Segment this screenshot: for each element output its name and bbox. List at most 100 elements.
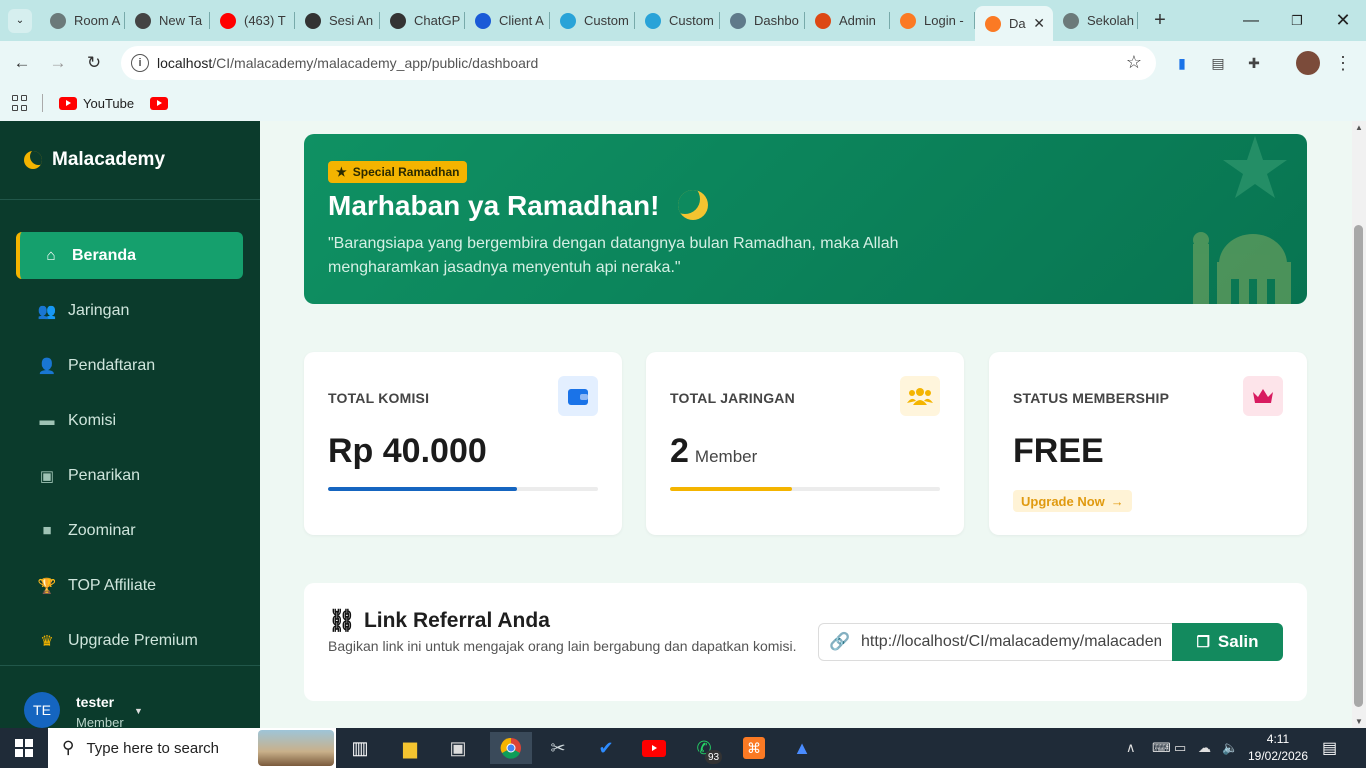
- sidebar-item-jaringan[interactable]: 👥 Jaringan: [16, 287, 243, 334]
- sidebar-item-label: Jaringan: [68, 301, 130, 319]
- sidebar-divider: [0, 665, 260, 666]
- tab-title: Room A: [74, 13, 121, 28]
- network-icon[interactable]: ▭: [1174, 728, 1186, 768]
- progress-bar: [670, 487, 940, 491]
- volume-icon[interactable]: 🔈: [1222, 728, 1238, 768]
- system-clock[interactable]: 4:11 19/02/2026: [1242, 731, 1314, 765]
- crescent-moon-icon: [24, 151, 42, 169]
- crescent-moon-icon: [678, 190, 708, 220]
- store-icon[interactable]: ▣: [442, 732, 474, 764]
- browser-tab[interactable]: Custom: [635, 0, 720, 41]
- restore-button[interactable]: ❐: [1274, 0, 1320, 41]
- cloud-icon[interactable]: ☁: [1198, 728, 1211, 768]
- profile-avatar[interactable]: [1296, 51, 1320, 75]
- sidebar-item-komisi[interactable]: ▬ Komisi: [16, 397, 243, 444]
- browser-tab[interactable]: Sekolah: [1053, 0, 1138, 41]
- new-tab-button[interactable]: +: [1146, 7, 1174, 35]
- sidebar-item-zoominar[interactable]: ■ Zoominar: [16, 507, 243, 554]
- copy-button[interactable]: ❐ Salin: [1172, 623, 1283, 661]
- browser-tab[interactable]: Room A: [40, 0, 125, 41]
- window-close-button[interactable]: ✕: [1320, 0, 1366, 41]
- apps-grid-icon[interactable]: [12, 95, 28, 111]
- sidebar-item-pendaftaran[interactable]: 👤 Pendaftaran: [16, 342, 243, 389]
- whatsapp-icon[interactable]: ✆ 93: [688, 732, 723, 764]
- tray-device-icon[interactable]: ⌨: [1152, 728, 1171, 768]
- sidebar-item-penarikan[interactable]: ▣ Penarikan: [16, 452, 243, 499]
- tab-title: ChatGP: [414, 13, 461, 28]
- stat-card-komisi: TOTAL KOMISI Rp 40.000: [304, 352, 622, 535]
- extensions-puzzle-icon[interactable]: ✚: [1243, 52, 1265, 74]
- tab-search-button[interactable]: ⌄: [8, 8, 32, 33]
- bookmark-star-icon[interactable]: ☆: [1126, 52, 1142, 73]
- xampp-icon[interactable]: ⌘: [738, 732, 770, 764]
- progress-fill: [670, 487, 792, 491]
- youtube-music-icon[interactable]: [638, 732, 670, 764]
- sidebar-item-top-affiliate[interactable]: 🏆 TOP Affiliate: [16, 562, 243, 609]
- scroll-up-arrow-icon[interactable]: ▲: [1355, 123, 1363, 132]
- browser-tab[interactable]: New Ta: [125, 0, 210, 41]
- notification-center-icon[interactable]: ▤: [1322, 738, 1337, 758]
- wallet-icon: ▬: [39, 412, 55, 429]
- browser-tab[interactable]: Dashbo: [720, 0, 805, 41]
- taskbar-search[interactable]: ⚲ Type here to search: [48, 728, 336, 768]
- tray-chevron-icon[interactable]: ∧: [1126, 728, 1136, 768]
- bookmark-youtube[interactable]: YouTube: [59, 96, 150, 111]
- scroll-thumb[interactable]: [1354, 225, 1363, 707]
- crown-icon: ♛: [40, 632, 54, 650]
- sidebar-item-beranda[interactable]: ⌂ Beranda: [16, 232, 243, 279]
- extension-icon[interactable]: ▮: [1171, 52, 1193, 74]
- upgrade-now-button[interactable]: Upgrade Now →: [1013, 490, 1132, 512]
- browser-tab[interactable]: Admin: [805, 0, 890, 41]
- browser-tab[interactable]: Client A: [465, 0, 550, 41]
- scroll-down-arrow-icon[interactable]: ▼: [1355, 717, 1363, 726]
- sidebar-item-upgrade-premium[interactable]: ♛ Upgrade Premium: [16, 617, 243, 664]
- dashboard-icon: [730, 12, 746, 29]
- sidebar-item-label: Penarikan: [68, 466, 141, 484]
- browser-tab[interactable]: Sesi An: [295, 0, 380, 41]
- bookmark-youtube-icon-only[interactable]: [150, 96, 169, 110]
- back-button[interactable]: ←: [8, 49, 36, 77]
- page-scrollbar[interactable]: ▲ ▼: [1352, 121, 1366, 728]
- brand-logo[interactable]: Malacademy: [24, 149, 165, 171]
- stat-value: 2 Member: [670, 432, 758, 470]
- search-highlight-image: [258, 730, 334, 766]
- tab-title: Dashbo: [754, 13, 799, 28]
- file-explorer-icon[interactable]: ▆: [394, 732, 426, 764]
- trophy-icon: 🏆: [37, 577, 57, 595]
- browser-tab[interactable]: Login -: [890, 0, 975, 41]
- editor-app-icon[interactable]: ▲: [786, 732, 818, 764]
- reload-button[interactable]: ↻: [80, 49, 108, 77]
- tab-title: Login -: [924, 13, 964, 28]
- browser-tab[interactable]: (463) T: [210, 0, 295, 41]
- hero-title: Marhaban ya Ramadhan!: [328, 190, 660, 221]
- tab-separator: [1137, 12, 1138, 29]
- snipping-tool-icon[interactable]: ✂: [542, 732, 574, 764]
- tab-close-icon[interactable]: ✕: [1033, 15, 1045, 32]
- forward-button[interactable]: →: [44, 49, 72, 77]
- cast-icon[interactable]: ▤: [1207, 52, 1229, 74]
- browser-tab[interactable]: ChatGP: [380, 0, 465, 41]
- dev-icon: [645, 12, 661, 29]
- progress-fill: [328, 487, 517, 491]
- referral-link-field[interactable]: 🔗: [818, 623, 1174, 661]
- chrome-icon: [135, 12, 151, 29]
- minimize-button[interactable]: —: [1228, 0, 1274, 41]
- referral-card: ⛓ Link Referral Anda Bagikan link ini unt…: [304, 583, 1307, 701]
- url-text[interactable]: localhost/CI/malacademy/malacademy_app/p…: [157, 55, 538, 71]
- browser-tab[interactable]: Da ✕: [975, 6, 1053, 41]
- chrome-icon[interactable]: [490, 732, 532, 764]
- tasks-check-icon[interactable]: ✔: [590, 732, 622, 764]
- user-menu[interactable]: TE tester Member ▼: [24, 692, 143, 730]
- browser-tab[interactable]: Custom: [550, 0, 635, 41]
- menu-kebab-icon[interactable]: ⋮: [1332, 52, 1354, 74]
- sidebar-item-label: Pendaftaran: [68, 356, 156, 374]
- tab-title: New Ta: [159, 13, 203, 28]
- tab-title: Sesi An: [329, 13, 374, 28]
- notification-badge: 93: [705, 750, 723, 764]
- site-info-icon[interactable]: i: [131, 54, 149, 72]
- users-icon: 👥: [37, 302, 57, 320]
- referral-link-input[interactable]: [861, 633, 1161, 651]
- task-view-icon[interactable]: ▥: [344, 732, 376, 764]
- address-bar[interactable]: i localhost/CI/malacademy/malacademy_app…: [121, 46, 1156, 80]
- start-button[interactable]: [0, 728, 48, 768]
